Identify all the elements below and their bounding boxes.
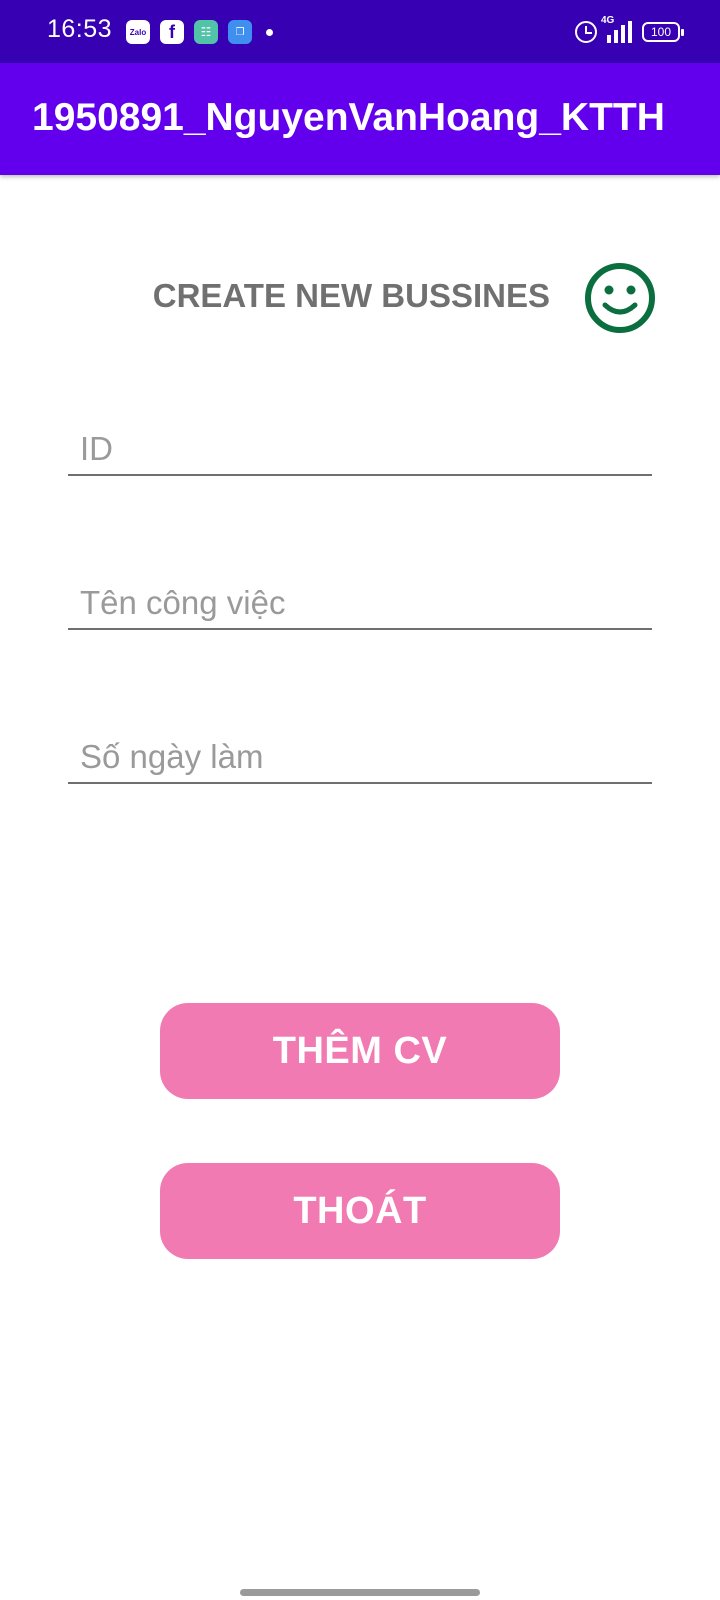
battery-level: 100 [650,25,672,39]
app-title: 1950891_NguyenVanHoang_KTTH [32,96,665,139]
add-job-button[interactable]: THÊM CV [160,1003,560,1099]
id-input[interactable] [68,408,652,474]
app-icon: ❐ [228,20,252,44]
job-name-field [68,562,652,630]
work-days-field [68,716,652,784]
job-name-input[interactable] [68,562,652,628]
status-time: 16:53 [47,15,113,43]
facebook-icon: f [160,20,184,44]
form-title: CREATE NEW BUSSINES [152,277,550,314]
shopping-bag-icon: ☷ [194,20,218,44]
app-bar: 1950891_NguyenVanHoang_KTTH [0,63,720,175]
status-bar: 16:53 Zalo f ☷ ❐ 4G 100 [0,0,720,63]
work-days-input[interactable] [68,716,652,782]
smiley-icon [585,263,655,333]
more-notifications-dot [266,28,273,36]
id-field [68,408,652,476]
battery-icon: 100 [642,22,684,42]
home-indicator[interactable] [240,1589,480,1596]
signal-icon: 4G [601,15,632,43]
notification-icons: Zalo f ☷ ❐ [126,19,273,45]
form-header: CREATE NEW BUSSINES [0,255,720,340]
network-type-label: 4G [601,15,615,26]
exit-button[interactable]: THOÁT [160,1163,560,1259]
zalo-icon: Zalo [126,20,150,44]
status-right-icons: 4G 100 [575,15,684,46]
alarm-icon [575,21,597,43]
